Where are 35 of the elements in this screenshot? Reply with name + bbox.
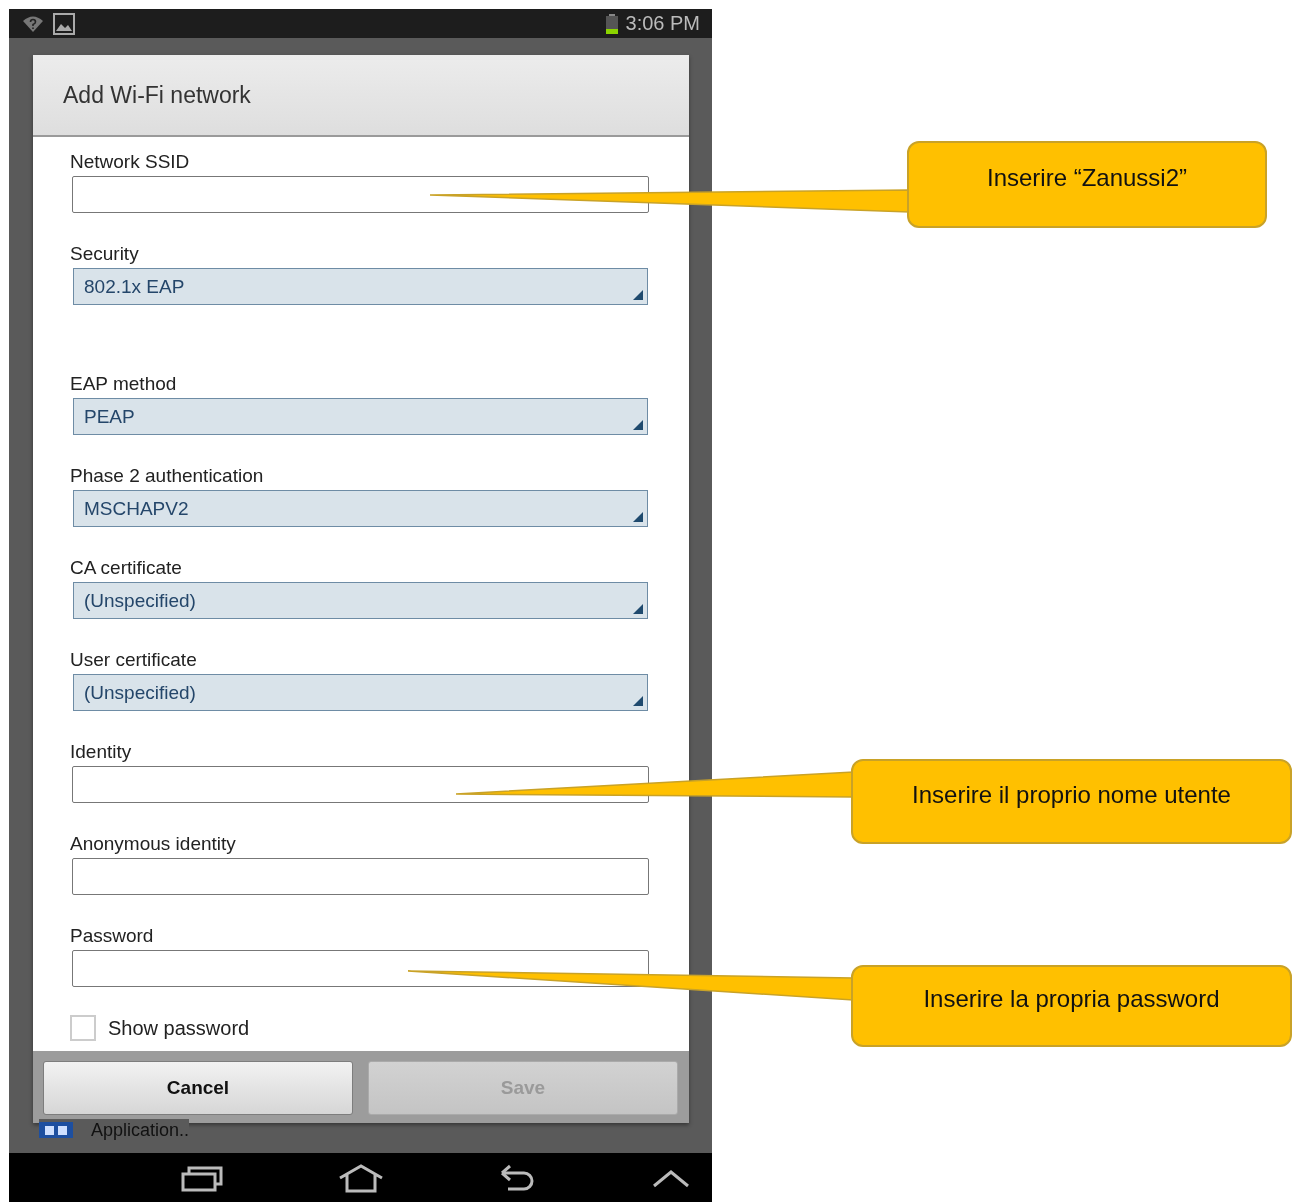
dropdown-corner-icon [633, 512, 643, 522]
field-label: Network SSID [70, 151, 191, 173]
app-label: Application.. [91, 1119, 190, 1141]
dropdown[interactable]: (Unspecified) [73, 674, 648, 711]
checkbox[interactable] [70, 1015, 96, 1041]
callout: Inserire la propria password [851, 965, 1292, 1047]
grid-icon [39, 1122, 73, 1138]
input-field[interactable] [72, 176, 649, 213]
field-label: EAP method [70, 373, 178, 395]
dialog-title: Add Wi-Fi network [63, 81, 251, 109]
input-field[interactable] [72, 858, 649, 895]
dropdown[interactable]: (Unspecified) [73, 582, 648, 619]
input-field[interactable] [72, 766, 649, 803]
field-label: Security [70, 243, 140, 265]
checkbox-label: Show password [108, 1016, 250, 1040]
dropdown[interactable]: 802.1x EAP [73, 268, 648, 305]
battery-icon [605, 13, 618, 34]
image-icon [53, 12, 75, 35]
callout: Inserire “Zanussi2” [907, 141, 1267, 228]
dropdown-corner-icon [633, 604, 643, 614]
input-field[interactable] [72, 950, 649, 987]
clock-time: 3:06 PM [625, 12, 700, 35]
field-label: CA certificate [70, 557, 183, 579]
field-label: Anonymous identity [70, 833, 237, 855]
dropdown-corner-icon [633, 290, 643, 300]
dropdown-corner-icon [633, 696, 643, 706]
cancel-button[interactable]: Cancel [43, 1061, 353, 1115]
dropdown-corner-icon [633, 420, 643, 430]
field-label: Phase 2 authentication [70, 465, 265, 487]
dropdown[interactable]: PEAP [73, 398, 648, 435]
field-label: User certificate [70, 649, 198, 671]
callout: Inserire il proprio nome utente [851, 759, 1292, 844]
field-label: Password [70, 925, 155, 947]
field-label: Identity [70, 741, 133, 763]
dropdown[interactable]: MSCHAPV2 [73, 490, 648, 527]
